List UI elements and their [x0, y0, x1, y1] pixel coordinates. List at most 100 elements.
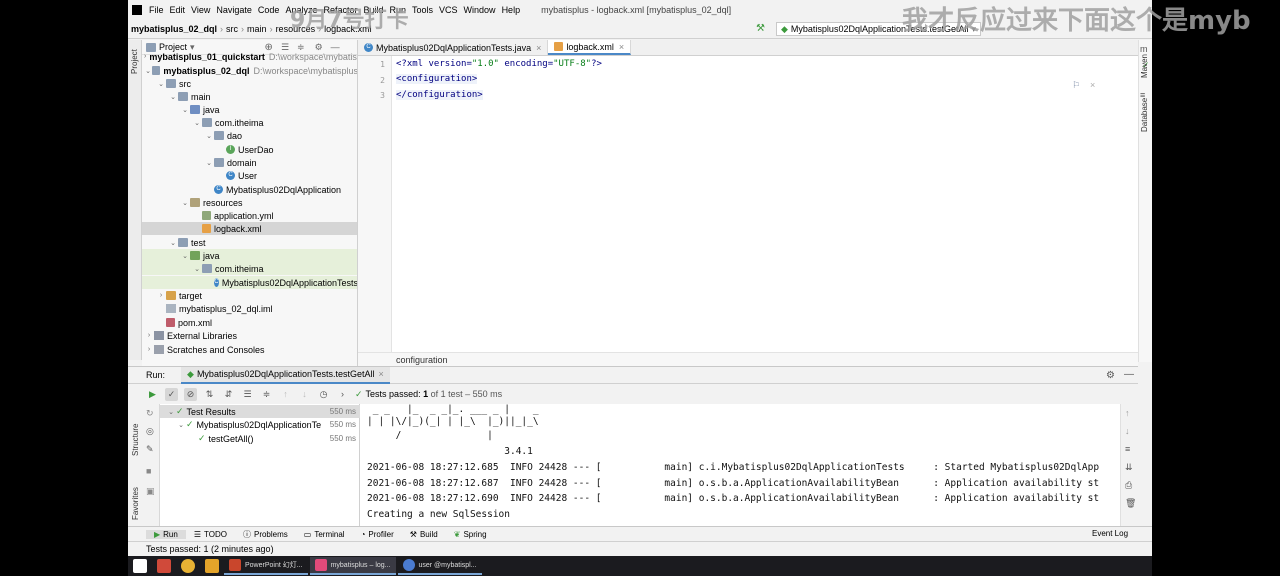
close-icon[interactable]: ×	[536, 43, 541, 53]
tree-item-label: mybatisplus_01_quickstart	[149, 51, 265, 62]
run-tab[interactable]: ◆ Mybatisplus02DqlApplicationTests.testG…	[181, 366, 390, 384]
tree-item-test[interactable]: ⌄ test	[142, 236, 357, 249]
favorites-tool-tab[interactable]: Favorites	[131, 487, 140, 520]
print-icon[interactable]: ⎙	[1125, 480, 1132, 491]
test-node-time: 550 ms	[329, 434, 356, 443]
project-tool-tab[interactable]: Project	[130, 49, 139, 74]
scroll-to-end-icon[interactable]: ⇊	[1125, 462, 1133, 473]
expand-all-icon[interactable]: ☰	[241, 388, 254, 401]
tree-item-external-libraries[interactable]: › External Libraries	[142, 329, 357, 342]
tree-item-domain[interactable]: ⌄ domain	[142, 156, 357, 169]
arrow-up-icon[interactable]: ↑	[279, 388, 292, 401]
history-icon[interactable]: ◷	[317, 388, 330, 401]
bottom-tab-build[interactable]: ⚒ Build	[402, 530, 446, 539]
tree-item-user[interactable]: C User	[142, 169, 357, 182]
menu-code[interactable]: Code	[255, 5, 283, 15]
tree-item-test-package[interactable]: ⌄ com.itheima	[142, 262, 357, 275]
tree-item-main[interactable]: ⌄ main	[142, 90, 357, 103]
menu-vcs[interactable]: VCS	[436, 5, 461, 15]
tree-item-dao[interactable]: ⌄ dao	[142, 129, 357, 142]
tree-item-iml[interactable]: mybatisplus_02_dql.iml	[142, 302, 357, 315]
tree-item-java[interactable]: ⌄ java	[142, 103, 357, 116]
arrow-down-icon[interactable]: ↓	[1125, 426, 1130, 436]
tree-item-userdao[interactable]: I UserDao	[142, 143, 357, 156]
inspection-widget-icon[interactable]: ⚐	[1072, 80, 1080, 91]
breadcrumb-main[interactable]: main	[244, 24, 270, 34]
hide-panel-icon[interactable]: —	[1124, 369, 1134, 380]
bottom-tab-spring[interactable]: ❦ Spring	[446, 530, 495, 539]
editor-breadcrumb-item[interactable]: configuration	[396, 355, 448, 365]
close-icon[interactable]: ×	[1090, 80, 1095, 90]
tree-item-resources[interactable]: ⌄ resources	[142, 196, 357, 209]
tree-item-scratches[interactable]: › Scratches and Consoles	[142, 343, 357, 356]
database-tool-tab[interactable]: Database	[1140, 98, 1149, 132]
gear-icon[interactable]: ⚙	[1106, 370, 1115, 381]
tree-item-target[interactable]: › target	[142, 289, 357, 302]
rerun-icon[interactable]: ▶	[146, 388, 159, 401]
maven-tool-tab[interactable]: Maven	[1140, 54, 1149, 78]
menu-view[interactable]: View	[188, 5, 213, 15]
library-icon	[154, 331, 164, 340]
console-output[interactable]: _ _ |_ _ _|_. ___ _ | _ | | |\/|_)(_| | …	[360, 404, 1120, 526]
menu-help[interactable]: Help	[499, 5, 524, 15]
bottom-tab-problems[interactable]: ⓘ Problems	[235, 529, 296, 540]
windows-start-icon[interactable]	[133, 559, 147, 573]
toggle-auto-test-icon[interactable]: ◎	[146, 426, 154, 437]
soft-wrap-icon[interactable]: ≡	[1125, 444, 1130, 454]
menu-navigate[interactable]: Navigate	[213, 5, 255, 15]
bottom-tab-run[interactable]: ▶ Run	[146, 529, 186, 539]
breadcrumb-src[interactable]: src	[223, 24, 241, 34]
menu-file[interactable]: File	[146, 5, 167, 15]
event-log-tab[interactable]: Event Log	[1092, 529, 1128, 538]
tests-passed-icon: ✓	[355, 388, 363, 399]
close-icon[interactable]: ×	[619, 42, 624, 52]
tree-item-module-dql[interactable]: ⌄ mybatisplus_02_dql D:\workspace\mybati…	[142, 64, 357, 77]
menu-window[interactable]: Window	[461, 5, 499, 15]
file-explorer-icon[interactable]	[205, 559, 219, 573]
tree-item-application[interactable]: C Mybatisplus02DqlApplication	[142, 183, 357, 196]
chrome-icon[interactable]	[181, 559, 195, 573]
sort-duration-icon[interactable]: ⇵	[222, 388, 235, 401]
sort-alpha-icon[interactable]: ⇅	[203, 388, 216, 401]
bottom-tab-profiler[interactable]: ◔ Profiler	[353, 530, 402, 539]
camera-icon[interactable]: ▣	[146, 486, 155, 497]
tree-item-logback-xml[interactable]: logback.xml	[142, 222, 357, 235]
rerun-failed-icon[interactable]: ↻	[146, 408, 154, 419]
console-log-line: 2021-06-08 18:27:12.690 INFO 24428 --- […	[367, 493, 1100, 504]
structure-tool-tab[interactable]: Structure	[131, 424, 140, 456]
chevron-right-icon[interactable]: ›	[336, 388, 349, 401]
collapse-all-icon[interactable]: ≑	[260, 388, 273, 401]
test-results-root[interactable]: ⌄ ✓ Test Results 550 ms	[160, 405, 360, 418]
editor-tab-logback[interactable]: logback.xml ×	[548, 40, 632, 55]
close-icon[interactable]: ×	[379, 369, 384, 379]
menu-tools[interactable]: Tools	[409, 5, 436, 15]
arrow-down-icon[interactable]: ↓	[298, 388, 311, 401]
breadcrumb-project[interactable]: mybatisplus_02_dql	[128, 24, 220, 34]
trash-icon[interactable]: 🗑	[1125, 498, 1136, 509]
show-ignored-icon[interactable]: ⊘	[184, 387, 197, 401]
arrow-up-icon[interactable]: ↑	[1125, 408, 1130, 418]
tree-item-package[interactable]: ⌄ com.itheima	[142, 116, 357, 129]
test-class-node[interactable]: ⌄ ✓ Mybatisplus02DqlApplicationTe 550 ms	[160, 418, 360, 431]
wrench-icon[interactable]: ✎	[146, 444, 154, 455]
bottom-tab-todo[interactable]: ☰ TODO	[186, 530, 235, 539]
menu-edit[interactable]: Edit	[167, 5, 189, 15]
tree-item-module-quickstart[interactable]: › mybatisplus_01_quickstart D:\workspace…	[142, 50, 357, 63]
editor-tab-tests[interactable]: C Mybatisplus02DqlApplicationTests.java …	[358, 40, 549, 55]
tree-item-src[interactable]: ⌄ src	[142, 77, 357, 90]
stop-icon[interactable]: ■	[146, 466, 151, 476]
test-method-node[interactable]: ✓ testGetAll() 550 ms	[160, 432, 360, 445]
build-hammer-icon[interactable]: ⚒	[756, 23, 765, 34]
tree-item-application-tests[interactable]: C Mybatisplus02DqlApplicationTests	[142, 276, 357, 289]
tree-item-label: java	[203, 250, 220, 261]
show-passed-icon[interactable]: ✓	[165, 387, 178, 401]
taskbar-app-intellij[interactable]: mybatisplus – log...	[309, 557, 396, 575]
code-editor[interactable]: <?xml version="1.0" encoding="UTF-8"?> <…	[392, 56, 1138, 352]
bottom-tab-terminal[interactable]: ▭ Terminal	[296, 530, 353, 539]
tree-item-application-yml[interactable]: application.yml	[142, 209, 357, 222]
app-icon[interactable]	[157, 559, 171, 573]
taskbar-app-datagrip[interactable]: user @mybatispl...	[397, 557, 482, 575]
tree-item-pom[interactable]: pom.xml	[142, 316, 357, 329]
tree-item-test-java[interactable]: ⌄ java	[142, 249, 357, 262]
taskbar-app-powerpoint[interactable]: PowerPoint 幻灯...	[224, 557, 308, 575]
